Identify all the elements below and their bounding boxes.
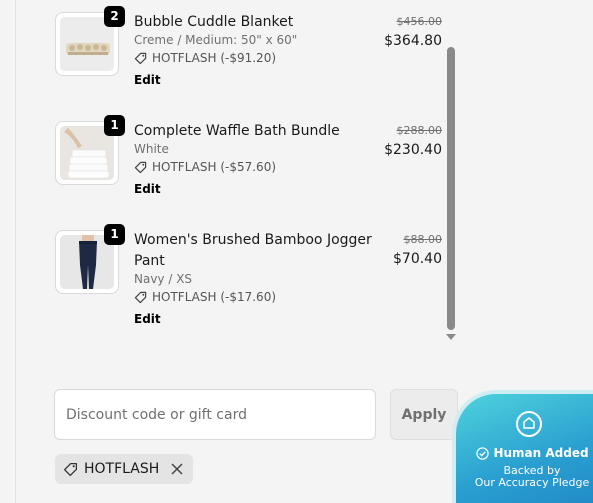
tag-icon [63, 462, 78, 476]
product-variant: Creme / Medium: 50" x 60" [134, 33, 298, 47]
apply-discount-button[interactable]: Apply [390, 389, 458, 440]
applied-discount-chip: HOTFLASH [55, 454, 194, 484]
item-discount-label: HOTFLASH (-$91.20) [152, 51, 277, 65]
sale-price: $70.40 [393, 251, 442, 267]
pledge-subtitle: Backed by Our Accuracy Pledge [462, 465, 593, 489]
cart-item: 1 Women's Brushed Bamboo Jogger Pant Nav… [55, 224, 455, 330]
product-title: Complete Waffle Bath Bundle [134, 123, 340, 139]
sale-price: $364.80 [384, 33, 442, 49]
scroll-down-arrow-icon[interactable] [446, 334, 456, 340]
item-discount-label: HOTFLASH (-$57.60) [152, 160, 277, 174]
edit-item-button[interactable]: Edit [134, 182, 161, 196]
applied-discount-code: HOTFLASH [84, 461, 160, 477]
tag-icon [134, 52, 147, 64]
tag-icon [134, 161, 147, 173]
edit-item-button[interactable]: Edit [134, 73, 161, 87]
product-variant: Navy / XS [134, 272, 193, 286]
item-discount: HOTFLASH (-$57.60) [134, 160, 276, 174]
item-discount: HOTFLASH (-$91.20) [134, 51, 276, 65]
original-price: $88.00 [403, 233, 443, 246]
sale-price: $230.40 [384, 142, 442, 158]
check-circle-icon [476, 446, 490, 460]
pledge-line-2: Our Accuracy Pledge [474, 476, 590, 489]
product-variant: White [134, 142, 169, 156]
original-price: $456.00 [396, 15, 443, 28]
quantity-badge: 2 [104, 6, 125, 27]
pledge-title: Human Added [470, 446, 593, 460]
discount-code-input[interactable] [54, 389, 376, 440]
scrollbar-thumb[interactable] [447, 47, 455, 330]
pledge-title-text: Human Added [493, 446, 589, 460]
remove-discount-button[interactable] [171, 463, 183, 475]
tag-icon [134, 291, 147, 303]
cart-item-list[interactable]: 2 Bubble Cuddle Blanket Creme / Medium: … [0, 0, 460, 350]
product-title: Women's Brushed Bamboo Jogger Pant [134, 232, 372, 269]
close-icon [171, 463, 183, 475]
edit-item-button[interactable]: Edit [134, 312, 161, 326]
original-price: $288.00 [396, 124, 443, 137]
quantity-badge: 1 [104, 115, 125, 136]
product-title: Bubble Cuddle Blanket [134, 14, 294, 30]
accuracy-pledge-badge[interactable]: Human Added Backed by Our Accuracy Pledg… [452, 390, 593, 503]
cart-item: 1 Complete Waffle Bath Bundle White HOTF… [55, 115, 455, 201]
quantity-badge: 1 [104, 224, 125, 245]
pledge-logo-icon [516, 411, 542, 437]
item-discount: HOTFLASH (-$17.60) [134, 290, 276, 304]
item-discount-label: HOTFLASH (-$17.60) [152, 290, 277, 304]
cart-scrollbar[interactable] [445, 0, 457, 345]
cart-item: 2 Bubble Cuddle Blanket Creme / Medium: … [55, 6, 455, 92]
